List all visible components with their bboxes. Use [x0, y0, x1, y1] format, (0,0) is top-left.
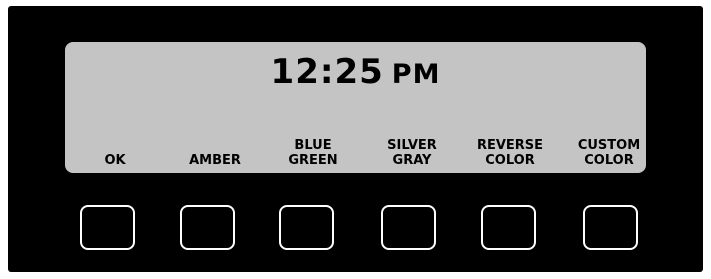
softkey-label-line2: GREEN — [288, 153, 338, 168]
softkey-label-line1: BLUE — [294, 138, 332, 153]
softkey-label-line2: AMBER — [189, 153, 241, 168]
softkey-label-line1: SILVER — [387, 138, 437, 153]
clock-period: PM — [391, 59, 441, 90]
softkey-label-line1: REVERSE — [476, 138, 544, 153]
lcd-display: 12:25 PM OK AMBER BLUE GREEN SILVER GRAY … — [65, 42, 646, 173]
softkey-label-line1: CUSTOM — [577, 138, 641, 153]
softkey-ok-button[interactable] — [80, 205, 135, 250]
softkey-label-amber: AMBER — [170, 153, 260, 168]
softkey-label-blue-green: BLUE GREEN — [268, 138, 358, 168]
softkey-label-silver-gray: SILVER GRAY — [367, 138, 457, 168]
clock-readout: 12:25 PM — [65, 52, 646, 95]
softkey-label-ok: OK — [70, 153, 160, 168]
softkey-label-line2: COLOR — [485, 153, 535, 168]
softkey-blue-green-button[interactable] — [279, 205, 334, 250]
softkey-label-reverse-color: REVERSE COLOR — [465, 138, 555, 168]
softkey-reverse-color-button[interactable] — [481, 205, 536, 250]
softkey-silver-gray-button[interactable] — [381, 205, 436, 250]
softkey-label-line2: COLOR — [584, 153, 634, 168]
device-bezel: 12:25 PM OK AMBER BLUE GREEN SILVER GRAY … — [8, 6, 703, 272]
softkey-label-line2: OK — [104, 153, 126, 168]
clock-time: 12:25 — [270, 52, 384, 92]
softkey-label-custom-color: CUSTOM COLOR — [564, 138, 654, 168]
softkey-label-line2: GRAY — [392, 153, 432, 168]
softkey-custom-color-button[interactable] — [583, 205, 638, 250]
softkey-amber-button[interactable] — [180, 205, 235, 250]
